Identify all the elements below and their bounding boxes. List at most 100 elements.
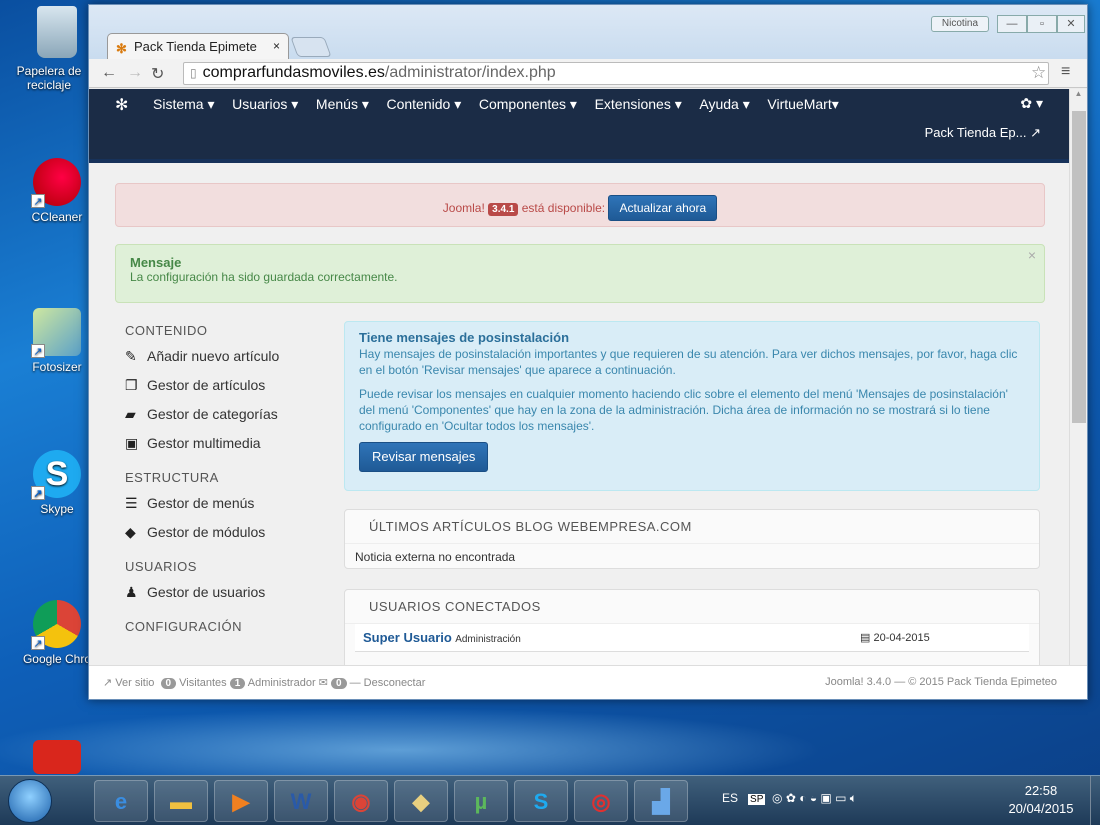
new-tab-button[interactable] (290, 37, 332, 57)
chrome-menu-icon[interactable]: ≡ (1061, 63, 1070, 81)
menu-ayuda[interactable]: Ayuda ▾ (699, 96, 749, 112)
sidebar-item-label: Gestor multimedia (147, 435, 261, 451)
start-button[interactable] (8, 779, 52, 823)
postinstall-panel: Tiene mensajes de posinstalación Hay men… (344, 321, 1040, 491)
logged-users-module: USUARIOS CONECTADOS Super Usuario Admini… (344, 589, 1040, 665)
user-name-link[interactable]: Super Usuario (363, 630, 452, 645)
sidebar-item-label: Gestor de categorías (147, 406, 278, 422)
user-date: 20-04-2015 (873, 632, 930, 644)
sidebar-item-articles[interactable]: ❐ Gestor de artículos (125, 377, 335, 406)
visitors-label: Visitantes (179, 677, 227, 689)
recycle-bin-icon (37, 6, 77, 58)
user-icon: ♟ (125, 584, 138, 600)
menu-componentes[interactable]: Componentes ▾ (479, 96, 577, 112)
scrollbar-thumb[interactable] (1072, 111, 1086, 423)
tab-title: Pack Tienda Epimete (134, 39, 257, 54)
module-heading: ÚLTIMOS ARTÍCULOS BLOG WEBEMPRESA.COM (345, 510, 1039, 544)
menu-contenido[interactable]: Contenido ▾ (386, 96, 461, 112)
sidebar-item-media[interactable]: ▣ Gestor multimedia (125, 435, 335, 464)
taskbar-ie-icon[interactable]: e (94, 780, 148, 822)
back-icon[interactable]: ← (101, 64, 117, 82)
page-icon: ▯ (190, 66, 197, 80)
tray-icons[interactable]: ◎ ✿ ◐ ◒ ▣ ▭ 🔈︎ (769, 791, 857, 805)
external-link-icon: ↗ (1030, 125, 1041, 140)
view-site-label: Ver sitio (115, 677, 155, 689)
taskbar-skype-icon[interactable]: S (514, 780, 568, 822)
shortcut-arrow-icon: ↗ (31, 194, 45, 208)
logout-link[interactable]: Desconectar (364, 677, 426, 689)
browser-window: ✻ Pack Tienda Epimete × Nicotina — ▫ ✕ ← … (88, 4, 1088, 700)
desktop-icon-adobe-cc[interactable] (12, 740, 102, 778)
adobe-cc-icon (33, 740, 81, 774)
update-now-button[interactable]: Actualizar ahora (608, 195, 718, 221)
bookmark-star-icon[interactable]: ☆ (1031, 63, 1046, 83)
browser-tab[interactable]: ✻ Pack Tienda Epimete × (107, 33, 289, 59)
menu-sistema[interactable]: Sistema ▾ (153, 96, 215, 112)
fotosizer-icon: ↗ (31, 308, 81, 358)
minimize-icon[interactable]: — (997, 15, 1027, 33)
menu-virtuemart[interactable]: VirtueMart▾ (767, 96, 838, 112)
desktop-icon-label: Papelera de reciclaje (16, 64, 82, 92)
site-link-label: Pack Tienda Ep... (924, 125, 1027, 140)
sidebar-item-add-article[interactable]: ✎ Añadir nuevo artículo (125, 348, 335, 377)
skype-icon: S ↗ (31, 450, 81, 500)
page-scrollbar[interactable]: ▲ (1069, 89, 1087, 665)
menu-usuarios[interactable]: Usuarios ▾ (232, 96, 298, 112)
view-site-link[interactable]: ↗ Ver sitio (103, 677, 154, 689)
admin-navbar: ✻ Sistema ▾ Usuarios ▾ Menús ▾ Contenido… (89, 89, 1069, 159)
profile-button[interactable]: Nicotina (931, 16, 989, 32)
sidebar-item-modules[interactable]: ◆ Gestor de módulos (125, 524, 335, 553)
url-input[interactable]: ▯ comprarfundasmoviles.es/administrator/i… (183, 62, 1049, 85)
sidebar-item-menus[interactable]: ☰ Gestor de menús (125, 495, 335, 524)
sidebar-item-users[interactable]: ♟ Gestor de usuarios (125, 584, 335, 613)
articles-icon: ❐ (125, 377, 138, 393)
maximize-icon[interactable]: ▫ (1027, 15, 1057, 33)
taskbar-media-icon[interactable]: ▶ (214, 780, 268, 822)
taskbar-chrome-icon[interactable]: ◉ (334, 780, 388, 822)
taskbar-word-icon[interactable]: W (274, 780, 328, 822)
module-body: Noticia externa no encontrada (355, 550, 516, 564)
version-badge: 3.4.1 (488, 203, 519, 216)
desktop-wallpaper (0, 690, 1100, 780)
close-icon[interactable]: ✕ (1057, 15, 1085, 33)
ccleaner-icon: ↗ (31, 158, 81, 208)
title-bar: ✻ Pack Tienda Epimete × Nicotina — ▫ ✕ (89, 5, 1087, 59)
taskbar-folder-icon[interactable]: ◆ (394, 780, 448, 822)
cube-icon: ◆ (125, 524, 136, 540)
site-link[interactable]: Pack Tienda Ep... ↗ (925, 125, 1041, 141)
gear-icon[interactable]: ✿ ▾ (1020, 95, 1043, 112)
show-desktop-button[interactable] (1090, 776, 1100, 825)
shortcut-arrow-icon: ↗ (31, 344, 45, 358)
taskbar-app-icon[interactable]: ▟ (634, 780, 688, 822)
review-messages-button[interactable]: Revisar mensajes (359, 442, 489, 472)
sp-tray-label[interactable]: SP (748, 794, 766, 805)
pencil-icon: ✎ (125, 348, 137, 364)
messages-count[interactable]: 0 (330, 678, 347, 689)
url-path: /administrator/index.php (384, 64, 556, 81)
taskbar-adobe-icon[interactable]: ◎ (574, 780, 628, 822)
folder-icon: ▰ (125, 406, 136, 422)
update-alert: Joomla! 3.4.1 está disponible: Actualiza… (115, 183, 1045, 227)
sidebar-item-categories[interactable]: ▰ Gestor de categorías (125, 406, 335, 435)
taskbar: e ▬ ▶ W ◉ ◆ µ S ◎ ▟ ES SP ◎ ✿ ◐ ◒ ▣ ▭ 🔈︎… (0, 775, 1100, 825)
success-message: Mensaje La configuración ha sido guardad… (115, 244, 1045, 303)
language-indicator[interactable]: ES (722, 791, 738, 805)
copyright: Joomla! 3.4.0 — © 2015 Pack Tienda Epime… (825, 676, 1057, 688)
clock[interactable]: 22:58 20/04/2015 (996, 782, 1086, 818)
address-toolbar: ← → ↻ ▯ comprarfundasmoviles.es/administr… (89, 59, 1087, 88)
taskbar-explorer-icon[interactable]: ▬ (154, 780, 208, 822)
admin-statusbar: ↗ Ver sitio 0 Visitantes 1 Administrador… (89, 665, 1087, 699)
joomla-logo-icon[interactable]: ✻ (115, 95, 128, 115)
external-link-icon: ↗ (103, 677, 116, 689)
calendar-icon: ▤ (860, 632, 874, 644)
scroll-up-icon[interactable]: ▲ (1070, 89, 1087, 98)
sidebar-item-label: Gestor de artículos (147, 377, 266, 393)
close-icon[interactable]: × (1028, 247, 1036, 263)
taskbar-utorrent-icon[interactable]: µ (454, 780, 508, 822)
url-domain: comprarfundasmoviles.es (202, 64, 385, 81)
reload-icon[interactable]: ↻ (151, 64, 164, 84)
menu-menus[interactable]: Menús ▾ (316, 96, 369, 112)
forward-icon[interactable]: → (127, 64, 143, 82)
menu-extensiones[interactable]: Extensiones ▾ (595, 96, 682, 112)
tab-close-icon[interactable]: × (273, 39, 280, 53)
